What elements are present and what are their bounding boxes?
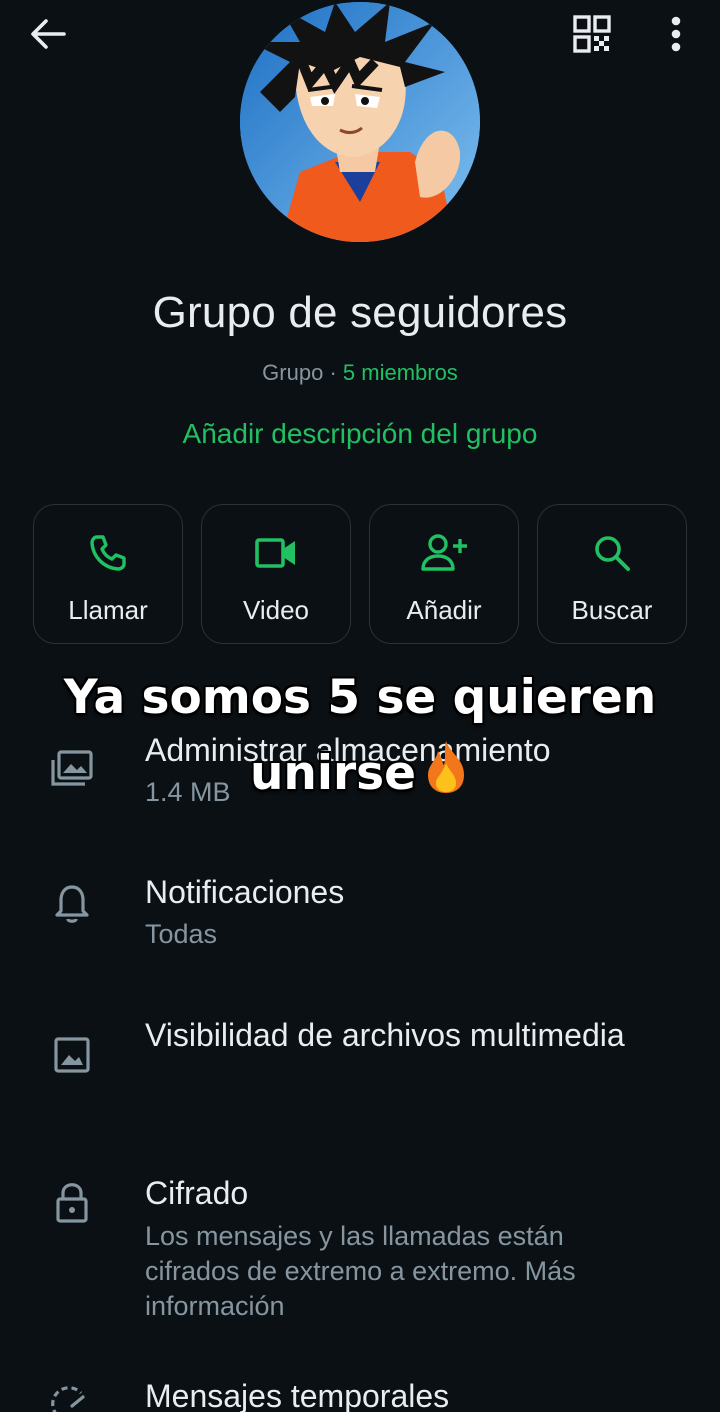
- video-label: Video: [242, 595, 310, 625]
- notifications-row[interactable]: Notificaciones Todas: [0, 872, 720, 982]
- notifications-subtitle: Todas: [145, 919, 218, 949]
- group-info-screen: Grupo de seguidores Grupo · 5 miembros A…: [0, 0, 720, 1412]
- image-icon: [54, 1037, 90, 1073]
- group-type: Grupo: [262, 360, 324, 385]
- add-label: Añadir: [406, 595, 482, 625]
- search-icon: [595, 536, 630, 571]
- add-description-link[interactable]: Añadir descripción del grupo: [0, 418, 720, 450]
- arrow-left-icon: [31, 19, 66, 49]
- group-name: Grupo de seguidores: [152, 288, 568, 337]
- disappearing-messages-title: Mensajes temporales: [145, 1378, 450, 1412]
- qr-code-icon: [573, 15, 611, 53]
- video-icon: [255, 538, 295, 568]
- caption-line-2-text: unirse: [249, 746, 417, 801]
- more-vertical-icon: [671, 16, 681, 52]
- disappearing-messages-row[interactable]: Mensajes temporales: [0, 1376, 720, 1412]
- subtitle-separator: ·: [323, 360, 343, 385]
- fire-emoji: [428, 741, 465, 793]
- overlay-caption: Ya somos 5 se quieren unirse: [0, 660, 720, 818]
- notifications-title: Notificaciones: [145, 874, 345, 910]
- group-avatar[interactable]: [240, 2, 480, 242]
- search-button[interactable]: Buscar: [537, 504, 687, 644]
- media-visibility-title: Visibilidad de archivos multimedia: [145, 1017, 625, 1053]
- encryption-subtitle: Los mensajes y las llamadas están cifrad…: [145, 1221, 576, 1321]
- encryption-title: Cifrado: [145, 1175, 249, 1211]
- phone-icon: [90, 535, 126, 571]
- caption-line-2: unirse: [0, 736, 720, 818]
- group-members-link[interactable]: 5 miembros: [343, 360, 458, 385]
- video-button[interactable]: Video: [201, 504, 351, 644]
- search-label: Buscar: [571, 595, 653, 625]
- media-visibility-row[interactable]: Visibilidad de archivos multimedia: [0, 1015, 720, 1125]
- bell-icon: [55, 885, 89, 923]
- qr-code-button[interactable]: [568, 12, 616, 56]
- action-buttons: Llamar Video Añadir Buscar: [33, 504, 689, 644]
- add-person-icon: [421, 534, 467, 571]
- call-label: Llamar: [68, 595, 148, 625]
- caption-line-1: Ya somos 5 se quieren: [63, 670, 657, 725]
- back-button[interactable]: [26, 14, 70, 54]
- encryption-row[interactable]: Cifrado Los mensajes y las llamadas está…: [0, 1173, 720, 1323]
- add-member-button[interactable]: Añadir: [369, 504, 519, 644]
- lock-icon: [56, 1183, 88, 1223]
- more-options-button[interactable]: [656, 12, 696, 56]
- timer-icon: [51, 1386, 85, 1412]
- avatar-illustration: [240, 2, 480, 242]
- call-button[interactable]: Llamar: [33, 504, 183, 644]
- group-subtitle: Grupo · 5 miembros: [0, 360, 720, 386]
